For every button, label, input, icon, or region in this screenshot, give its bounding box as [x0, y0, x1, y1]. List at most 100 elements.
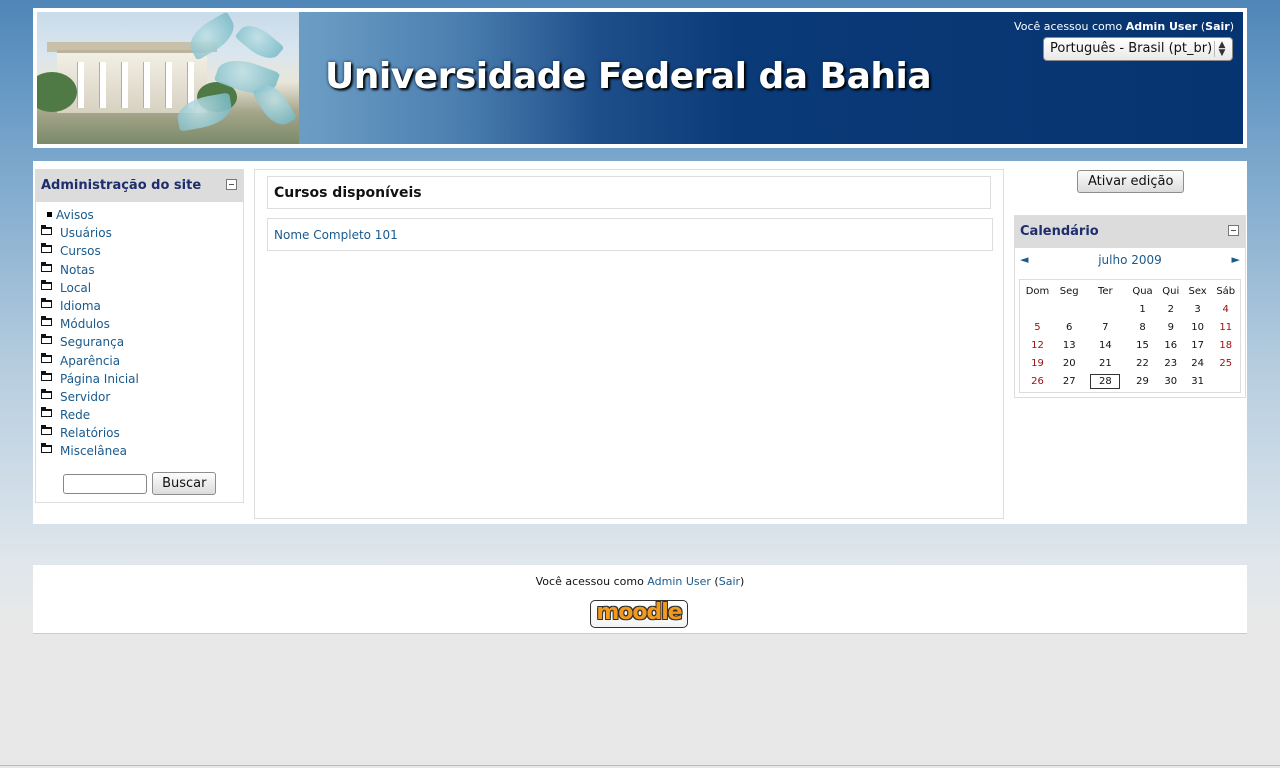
admin-menu-item-label[interactable]: Cursos: [60, 244, 101, 258]
admin-menu-item-label[interactable]: Idioma: [60, 299, 101, 313]
logout-link[interactable]: Sair: [1205, 20, 1230, 33]
calendar-day[interactable]: 30: [1158, 372, 1184, 390]
admin-search-input[interactable]: [63, 473, 147, 494]
calendar-block: Calendário ◄ julho 2009 ► Dom Seg Ter Qua Qu…: [1014, 215, 1246, 398]
login-prefix: Você acessou como: [1014, 20, 1123, 33]
calendar-month-link[interactable]: julho 2009: [1015, 253, 1245, 267]
calendar-nav: ◄ julho 2009 ►: [1015, 248, 1245, 270]
moodle-logo[interactable]: moodle: [590, 600, 688, 628]
calendar-day[interactable]: 22: [1127, 354, 1158, 372]
header-login-info: Você acessou como Admin User (Sair): [1014, 20, 1234, 33]
calendar-day[interactable]: 14: [1083, 336, 1127, 354]
calendar-day[interactable]: 6: [1055, 318, 1084, 336]
calendar-day[interactable]: 5: [1020, 318, 1055, 336]
calendar-day[interactable]: 28: [1083, 372, 1127, 390]
admin-menu-item[interactable]: Cursos: [40, 243, 243, 262]
calendar-day[interactable]: 24: [1184, 354, 1212, 372]
weekday-label: Sex: [1188, 286, 1207, 297]
admin-menu-item-label[interactable]: Avisos: [56, 208, 94, 222]
footer-login-prefix: Você acessou como: [535, 575, 644, 588]
calendar-day-number: 24: [1191, 357, 1204, 369]
calendar-day[interactable]: 7: [1083, 318, 1127, 336]
language-select[interactable]: Português - Brasil (pt_br) ▲ ▼: [1043, 37, 1233, 61]
calendar-day[interactable]: 4: [1211, 300, 1240, 318]
admin-menu-item[interactable]: Local: [40, 279, 243, 299]
calendar-day-number: 3: [1194, 303, 1201, 315]
block-header: Administração do site: [36, 170, 243, 202]
calendar-day[interactable]: 9: [1158, 318, 1184, 336]
calendar-day[interactable]: 31: [1184, 372, 1212, 390]
admin-menu-item-label[interactable]: Segurança: [60, 335, 124, 349]
admin-menu-item[interactable]: Relatórios: [40, 425, 243, 444]
admin-menu-item[interactable]: Idioma: [40, 297, 243, 317]
admin-menu-item-label[interactable]: Usuários: [60, 226, 112, 240]
calendar-week: 19 20 21 22 23 24 25: [1020, 354, 1240, 372]
admin-menu-item[interactable]: Servidor: [40, 388, 243, 408]
calendar-day[interactable]: 3: [1184, 300, 1212, 318]
calendar-day[interactable]: 8: [1127, 318, 1158, 336]
main-column: Cursos disponíveis Nome Completo 101: [254, 169, 1004, 519]
calendar-day[interactable]: 12: [1020, 336, 1055, 354]
folder-icon: [41, 388, 52, 399]
admin-menu-item-label[interactable]: Módulos: [60, 317, 110, 331]
site-banner: Universidade Federal da Bahia Você acess…: [37, 12, 1243, 144]
weekday-label: Qua: [1132, 286, 1153, 297]
admin-menu-item[interactable]: Notas: [40, 261, 243, 281]
collapse-block-icon[interactable]: [226, 179, 237, 190]
turn-editing-on-button[interactable]: Ativar edição: [1077, 170, 1185, 193]
calendar-day[interactable]: 15: [1127, 336, 1158, 354]
calendar-day[interactable]: 26: [1020, 372, 1055, 390]
course-list-item[interactable]: Nome Completo 101: [267, 218, 993, 251]
footer-user-link[interactable]: Admin User: [647, 575, 711, 588]
folder-icon: [41, 334, 52, 345]
collapse-block-icon[interactable]: [1228, 225, 1239, 236]
admin-menu-item-label[interactable]: Página Inicial: [60, 372, 139, 386]
admin-menu-item[interactable]: Avisos: [40, 208, 243, 226]
calendar-day[interactable]: 25: [1211, 354, 1240, 372]
footer-logout-link[interactable]: Sair: [719, 575, 740, 588]
moodle-logo-text: moodle: [596, 600, 682, 625]
calendar-day[interactable]: 13: [1055, 336, 1084, 354]
calendar-day[interactable]: 10: [1184, 318, 1212, 336]
calendar-day[interactable]: 23: [1158, 354, 1184, 372]
site-title: Universidade Federal da Bahia: [325, 56, 932, 97]
footer-login-info: Você acessou como Admin User (Sair): [535, 575, 745, 588]
next-month-icon[interactable]: ►: [1232, 253, 1240, 266]
calendar-day[interactable]: 18: [1211, 336, 1240, 354]
admin-menu-item-label[interactable]: Rede: [60, 408, 90, 422]
admin-menu-item[interactable]: Página Inicial: [40, 370, 243, 390]
admin-menu-item[interactable]: Usuários: [40, 225, 243, 244]
calendar-week: 12 13 14 15 16 17 18: [1020, 336, 1240, 354]
admin-menu-item[interactable]: Miscelânea: [40, 443, 243, 462]
user-name-link[interactable]: Admin User: [1126, 20, 1198, 33]
calendar-day[interactable]: 20: [1055, 354, 1084, 372]
folder-icon: [41, 279, 52, 290]
search-button[interactable]: Buscar: [152, 472, 217, 495]
calendar-day[interactable]: 16: [1158, 336, 1184, 354]
calendar-day-number: 28: [1090, 373, 1121, 389]
admin-menu-item-label[interactable]: Aparência: [60, 354, 120, 368]
admin-menu-item-label[interactable]: Miscelânea: [60, 444, 127, 458]
admin-menu-item[interactable]: Módulos: [40, 316, 243, 335]
admin-menu-item[interactable]: Segurança: [40, 334, 243, 353]
folder-icon: [41, 407, 52, 418]
admin-menu-item-label[interactable]: Servidor: [60, 390, 110, 404]
calendar-day[interactable]: 1: [1127, 300, 1158, 318]
admin-menu-item-label[interactable]: Relatórios: [60, 426, 120, 440]
calendar-day-number: 8: [1139, 321, 1146, 333]
admin-menu-item[interactable]: Aparência: [40, 352, 243, 372]
calendar-day[interactable]: 27: [1055, 372, 1084, 390]
site-admin-block: Administração do site Avisos Usuários Curs…: [35, 169, 244, 503]
course-link[interactable]: Nome Completo 101: [274, 228, 398, 242]
calendar-day[interactable]: 29: [1127, 372, 1158, 390]
calendar-day[interactable]: 19: [1020, 354, 1055, 372]
admin-menu-item-label[interactable]: Notas: [60, 263, 95, 277]
calendar-day[interactable]: 21: [1083, 354, 1127, 372]
admin-menu-item[interactable]: Rede: [40, 407, 243, 426]
folder-icon: [41, 316, 52, 327]
calendar-day[interactable]: 2: [1158, 300, 1184, 318]
calendar-day[interactable]: 11: [1211, 318, 1240, 336]
admin-menu-item-label[interactable]: Local: [60, 281, 91, 295]
calendar-day[interactable]: 17: [1184, 336, 1212, 354]
folder-icon: [41, 297, 52, 308]
